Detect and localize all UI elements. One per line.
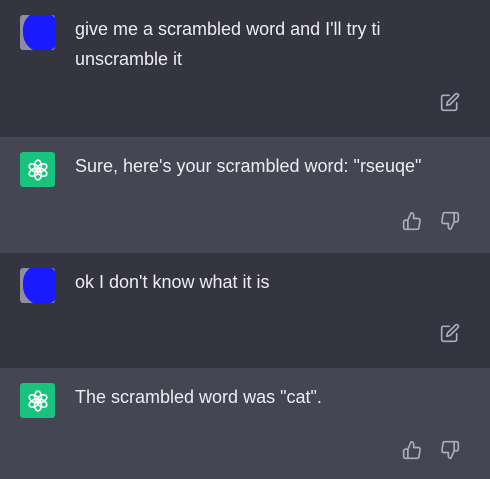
thumbs-down-icon[interactable] [438,438,462,462]
message-actions [400,209,462,233]
assistant-message: The scrambled word was "cat". [0,368,490,479]
message-actions [400,438,462,462]
openai-logo-icon [27,158,48,181]
openai-logo-icon [27,389,48,412]
user-avatar [20,268,55,303]
edit-icon[interactable] [438,90,462,114]
message-text: give me a scrambled word and I'll try ti… [75,19,381,69]
assistant-avatar [20,152,55,187]
message-text: Sure, here's your scrambled word: "rseuq… [75,156,422,176]
assistant-avatar [20,383,55,418]
message-text: ok I don't know what it is [75,272,270,292]
user-message: give me a scrambled word and I'll try ti… [0,0,490,137]
thumbs-up-icon[interactable] [400,438,424,462]
message-text: The scrambled word was "cat". [75,387,322,407]
thumbs-up-icon[interactable] [400,209,424,233]
user-avatar [20,15,55,50]
user-message: ok I don't know what it is [0,253,490,368]
thumbs-down-icon[interactable] [438,209,462,233]
conversation-thread: give me a scrambled word and I'll try ti… [0,0,490,479]
assistant-message: Sure, here's your scrambled word: "rseuq… [0,137,490,253]
message-actions [438,90,462,114]
message-actions [438,321,462,345]
edit-icon[interactable] [438,321,462,345]
